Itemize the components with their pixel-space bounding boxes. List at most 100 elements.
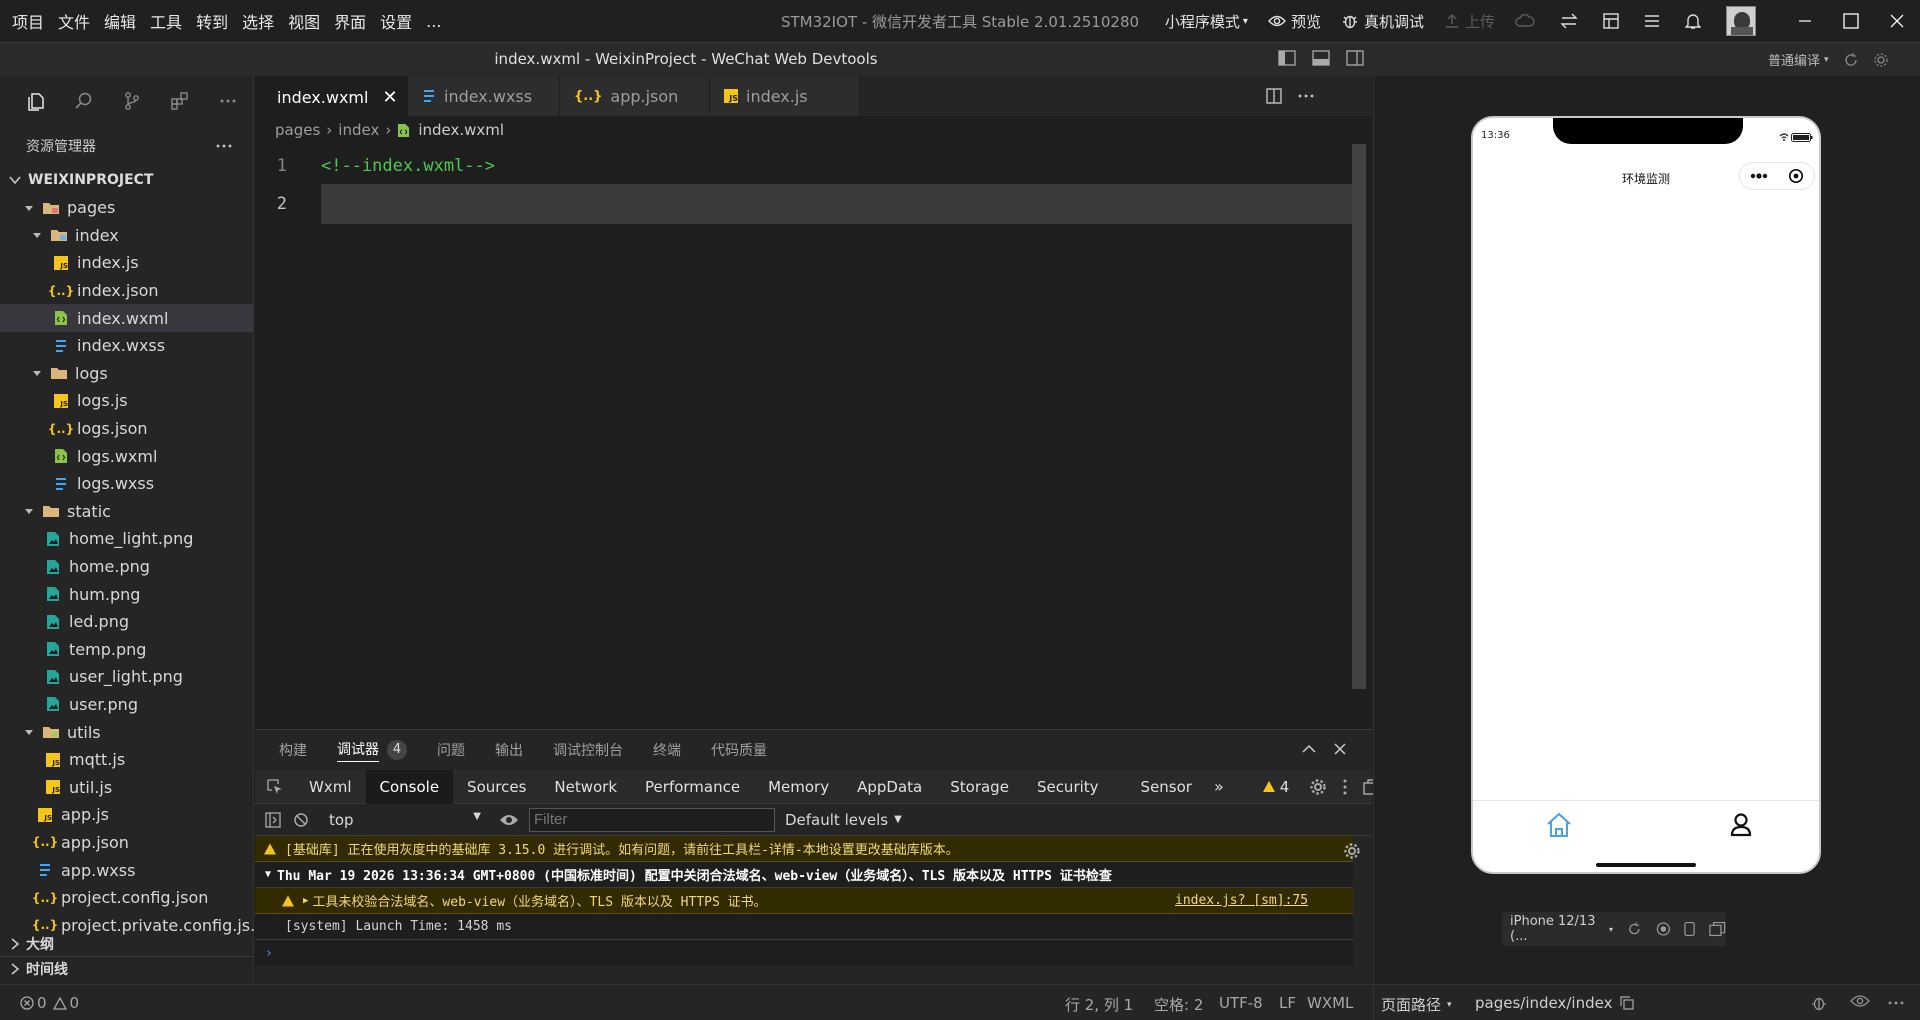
device-select[interactable]: iPhone 12/13 (... ▾ <box>1510 914 1613 944</box>
file-index-wxml[interactable]: index.wxml <box>0 304 253 332</box>
indentation[interactable]: 空格: 2 <box>1154 994 1203 1015</box>
devtab-storage[interactable]: Storage <box>936 770 1023 804</box>
file-hum-png[interactable]: hum.png <box>0 580 253 608</box>
console-filter-input[interactable] <box>529 807 775 832</box>
close-icon[interactable] <box>1334 743 1346 755</box>
folder-static[interactable]: static <box>0 498 253 526</box>
file-project-config-json[interactable]: {..} project.config.json <box>0 884 253 912</box>
eye-icon[interactable] <box>1850 994 1870 1008</box>
warning-counter[interactable]: 4 <box>1232 770 1302 804</box>
folder-logs[interactable]: logs <box>0 360 253 388</box>
folder-index[interactable]: index <box>0 222 253 250</box>
menu-item-select[interactable]: 选择 <box>242 9 274 33</box>
tab-index-js[interactable]: JS index.js <box>710 76 860 116</box>
source-link[interactable]: index.js? [sm]:75 <box>1175 893 1308 908</box>
devtab-appdata[interactable]: AppData <box>843 770 936 804</box>
devtab-sources[interactable]: Sources <box>453 770 540 804</box>
device-debug-button[interactable]: 真机调试 <box>1341 11 1424 32</box>
details-button[interactable] <box>1603 13 1624 29</box>
compile-mode-select[interactable]: 普通编译 ▾ <box>1768 50 1889 69</box>
phone-simulator[interactable]: 13:36 环境监测 <box>1471 116 1821 874</box>
file-user-png[interactable]: user.png <box>0 691 253 719</box>
maximize-button[interactable] <box>1828 0 1874 42</box>
file-app-json[interactable]: {..} app.json <box>0 829 253 857</box>
settings-icon[interactable] <box>1873 52 1889 68</box>
file-led-png[interactable]: led.png <box>0 608 253 636</box>
file-util-js[interactable]: JS util.js <box>0 773 253 801</box>
menu-item-interface[interactable]: 界面 <box>334 9 366 33</box>
ellipsis-icon[interactable] <box>1888 1001 1904 1005</box>
devtab-performance[interactable]: Performance <box>631 770 754 804</box>
tab-build[interactable]: 构建 <box>279 740 307 760</box>
more-dots-icon[interactable] <box>1750 173 1768 179</box>
tab-index-wxss[interactable]: index.wxss <box>408 76 560 116</box>
split-editor-icon[interactable] <box>1266 88 1282 104</box>
toggle-simulator-icon[interactable] <box>1278 50 1296 66</box>
menu-item-more[interactable]: ... <box>426 12 441 31</box>
devtab-console[interactable]: Console <box>365 769 454 804</box>
file-index-wxss[interactable]: index.wxss <box>0 332 253 360</box>
record-icon[interactable] <box>1656 921 1671 937</box>
cursor-position[interactable]: 行 2, 列 1 <box>1065 994 1133 1015</box>
eye-icon[interactable] <box>499 813 519 827</box>
ellipsis-icon[interactable] <box>1298 94 1314 98</box>
toggle-sidebar-icon[interactable] <box>1346 50 1364 66</box>
editor-scrollbar[interactable] <box>1352 144 1366 689</box>
explorer-tab[interactable] <box>12 76 60 126</box>
console-prompt[interactable]: › <box>255 940 1353 966</box>
avatar[interactable] <box>1726 6 1756 36</box>
notification-button[interactable] <box>1685 12 1706 30</box>
context-select[interactable]: top ▼ <box>329 811 491 829</box>
more-tab[interactable] <box>204 76 252 126</box>
ellipsis-icon[interactable] <box>215 143 233 149</box>
tab-terminal[interactable]: 终端 <box>653 740 681 760</box>
file-app-js[interactable]: JS app.js <box>0 801 253 829</box>
file-home-png[interactable]: home.png <box>0 553 253 581</box>
menu-item-file[interactable]: 文件 <box>58 9 90 33</box>
version-button[interactable] <box>1560 13 1583 29</box>
capsule-close-icon[interactable] <box>1788 168 1804 184</box>
chevron-up-icon[interactable] <box>1302 744 1316 754</box>
code-line[interactable]: 1 <!--index.wxml--> <box>255 146 1355 186</box>
file-home-light-png[interactable]: home_light.png <box>0 525 253 553</box>
tabbar-item-user[interactable] <box>1729 812 1753 838</box>
tab-debug-console[interactable]: 调试控制台 <box>553 740 623 760</box>
file-user-light-png[interactable]: user_light.png <box>0 663 253 691</box>
outline-section[interactable]: 大纲 <box>0 932 254 956</box>
file-index-js[interactable]: JS index.js <box>0 249 253 277</box>
more-tabs-button[interactable]: » <box>1206 770 1232 804</box>
devtab-security[interactable]: Security <box>1023 770 1113 804</box>
encoding[interactable]: UTF-8 <box>1219 994 1263 1012</box>
tab-index-wxml[interactable]: index.wxml ✕ <box>255 76 408 116</box>
menu-item-view[interactable]: 视图 <box>288 9 320 33</box>
file-logs-wxml[interactable]: logs.wxml <box>0 442 253 470</box>
folder-pages[interactable]: pages <box>0 194 253 222</box>
menu-item-edit[interactable]: 编辑 <box>104 9 136 33</box>
log-levels-select[interactable]: Default levels ▼ <box>785 811 902 829</box>
menu-item-goto[interactable]: 转到 <box>196 9 228 33</box>
file-mqtt-js[interactable]: JS mqtt.js <box>0 746 253 774</box>
devtab-sensor[interactable]: Sensor <box>1113 770 1206 804</box>
copy-icon[interactable] <box>1620 996 1635 1010</box>
cloud-button[interactable] <box>1515 13 1540 29</box>
menu-item-project[interactable]: 项目 <box>12 9 44 33</box>
breadcrumb-item[interactable]: index.wxml <box>418 121 504 139</box>
toggle-panel-icon[interactable] <box>1312 50 1330 66</box>
tab-app-json[interactable]: {..} app.json <box>560 76 710 116</box>
close-tab-icon[interactable]: ✕ <box>382 87 397 108</box>
close-window-button[interactable] <box>1874 0 1920 42</box>
devtools-more-button[interactable] <box>1335 770 1355 804</box>
breadcrumb-item[interactable]: pages <box>275 121 320 139</box>
file-logs-wxss[interactable]: logs.wxss <box>0 470 253 498</box>
upload-button[interactable]: 上传 <box>1444 11 1495 32</box>
refresh-icon[interactable] <box>1843 52 1859 68</box>
preview-button[interactable]: 预览 <box>1268 11 1321 32</box>
tab-debugger[interactable]: 调试器 <box>337 739 379 762</box>
problems-indicator[interactable]: 0 0 <box>20 994 79 1012</box>
tabbar-item-home[interactable] <box>1545 812 1573 838</box>
inspect-element-button[interactable] <box>255 770 295 804</box>
file-index-json[interactable]: {..} index.json <box>0 277 253 305</box>
project-root[interactable]: WEIXINPROJECT <box>0 166 253 194</box>
breadcrumb-item[interactable]: index <box>338 121 379 139</box>
devtab-wxml[interactable]: Wxml <box>295 770 366 804</box>
